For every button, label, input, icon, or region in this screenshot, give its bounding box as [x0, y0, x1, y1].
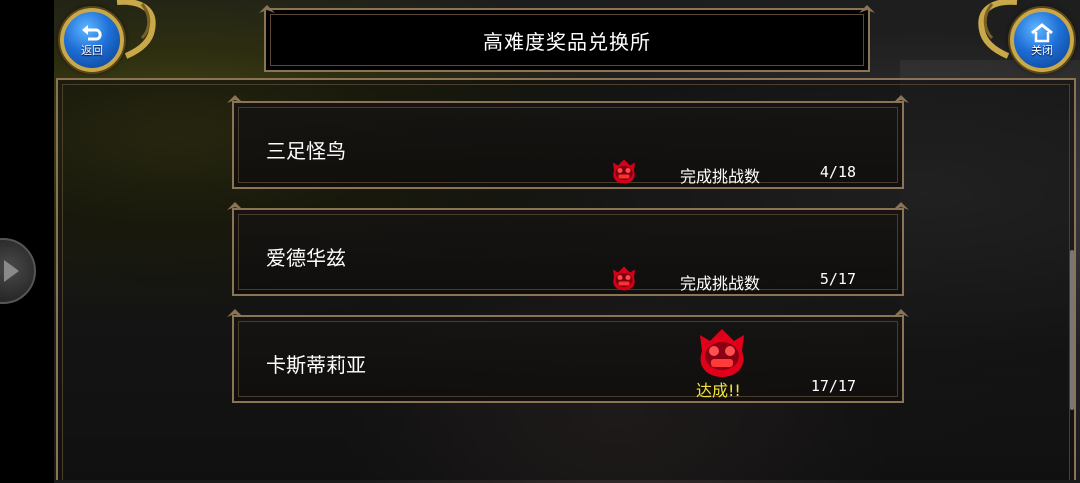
corner-ornament-icon	[858, 4, 876, 22]
arrow-right-icon	[4, 260, 19, 282]
home-icon	[1031, 23, 1053, 43]
list-scrollbar[interactable]	[1070, 250, 1074, 410]
progress-label: 完成挑战数	[680, 167, 761, 186]
corner-ornament-icon	[226, 201, 244, 219]
back-button-label: 返回	[81, 44, 103, 57]
boss-name: 三足怪鸟	[266, 139, 346, 163]
corner-ornament-icon	[892, 201, 910, 219]
boss-name: 爱德华兹	[266, 246, 346, 270]
boss-name: 卡斯蒂莉亚	[266, 353, 366, 377]
corner-ornament-icon	[892, 308, 910, 326]
challenge-card[interactable]: 爱德华兹 完成挑战数 5/17	[232, 208, 904, 296]
challenge-count: 17/17	[810, 377, 856, 395]
back-button[interactable]: 返回	[60, 8, 124, 72]
demon-face-emblem-icon	[613, 159, 635, 184]
corner-ornament-icon	[226, 308, 244, 326]
challenge-card[interactable]: 三足怪鸟 完成挑战数 4/18	[232, 101, 904, 189]
corner-ornament-icon	[226, 94, 244, 112]
back-arrow-icon	[82, 25, 102, 41]
close-button-label: 关闭	[1031, 44, 1053, 57]
challenge-card[interactable]: 卡斯蒂莉亚 达成!! 17/17	[232, 315, 904, 403]
challenge-count: 4/18	[819, 163, 856, 181]
title-plate: 高难度奖品兑换所	[264, 8, 870, 72]
corner-ornament-icon	[258, 4, 276, 22]
corner-ornament-icon	[892, 94, 910, 112]
progress-label: 完成挑战数	[680, 274, 761, 293]
achieved-status: 达成!!	[696, 381, 741, 400]
close-button[interactable]: 关闭	[1010, 8, 1074, 72]
page-title: 高难度奖品兑换所	[483, 29, 651, 54]
challenge-count: 5/17	[819, 270, 856, 288]
demon-face-emblem-icon	[700, 329, 744, 377]
demon-face-emblem-icon	[613, 266, 635, 291]
